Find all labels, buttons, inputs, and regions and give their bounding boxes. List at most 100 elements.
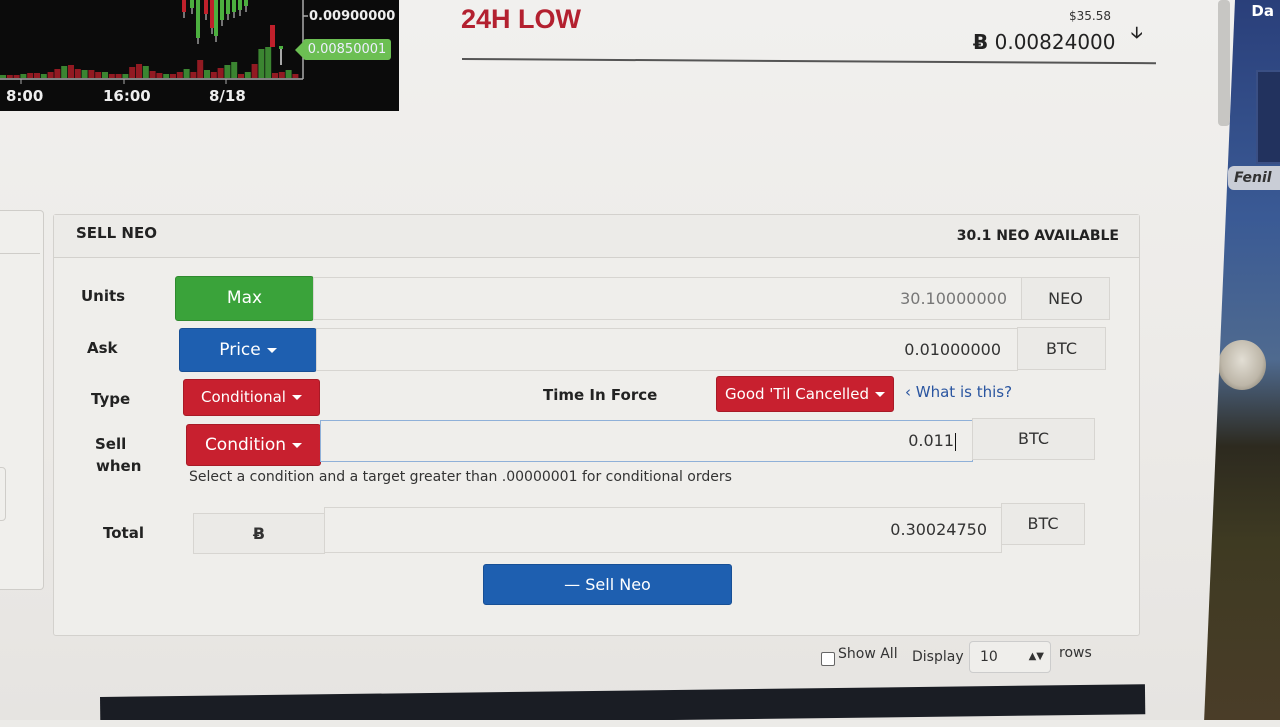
condition-target-input[interactable]: 0.011	[320, 420, 973, 462]
total-currency: BTC	[1001, 503, 1085, 545]
show-all-checkbox[interactable]	[821, 652, 835, 666]
volume-bar	[292, 74, 299, 78]
volume-bar	[61, 66, 68, 78]
select-arrows-icon: ▲▼	[1028, 651, 1044, 662]
order-type-dropdown[interactable]: Conditional	[183, 379, 320, 416]
volume-bar	[231, 62, 238, 78]
units-input[interactable]: 30.10000000	[313, 277, 1022, 320]
time-in-force-dropdown[interactable]: Good 'Til Cancelled	[716, 376, 894, 412]
divider	[0, 253, 40, 254]
volume-bar	[224, 65, 231, 78]
price-dropdown-label: Price	[219, 340, 261, 360]
volume-bar	[122, 74, 129, 78]
stat-usd-value: $35.58	[1069, 9, 1111, 23]
sell-when-label-2: when	[96, 457, 142, 475]
rows-per-page-select[interactable]: 10 ▲▼	[969, 641, 1051, 673]
candle-body	[204, 0, 208, 14]
condition-currency: BTC	[972, 418, 1095, 460]
what-is-this-link[interactable]: ‹ What is this?	[905, 383, 1012, 401]
volume-bar	[156, 73, 163, 78]
stat-btc-amount: 0.00824000	[994, 30, 1116, 54]
total-label: Total	[103, 524, 144, 542]
volume-bar	[81, 70, 88, 78]
volume-bar	[204, 70, 210, 78]
candle-body	[210, 0, 214, 28]
volume-bar	[197, 60, 204, 78]
ask-price-input[interactable]: 0.01000000	[316, 328, 1018, 371]
volume-bar	[115, 74, 122, 78]
volume-bar	[6, 75, 13, 78]
volume-bar	[40, 74, 47, 78]
scrollbar-thumb[interactable]	[1218, 0, 1230, 126]
available-balance: 30.1 NEO AVAILABLE	[956, 228, 1119, 244]
panel-title: SELL NEO	[76, 224, 157, 242]
y-tick-label: 0.00900000	[309, 9, 396, 24]
stat-title: 24H LOW	[461, 4, 582, 34]
caret-down-icon	[291, 395, 302, 400]
arrow-down-icon: 🡣	[1131, 23, 1143, 42]
ask-currency: BTC	[1017, 327, 1106, 370]
volume-bar	[102, 72, 108, 78]
volume-bar	[20, 74, 27, 78]
current-price-tag: 0.00850001	[295, 39, 391, 60]
rows-per-page-value: 10	[980, 649, 998, 665]
background-text: Da	[1251, 2, 1274, 20]
sell-neo-button[interactable]: — Sell Neo	[483, 564, 732, 605]
volume-bar	[258, 49, 265, 78]
condition-label: Condition	[204, 435, 287, 455]
volume-bar	[142, 66, 149, 78]
candle-body	[238, 0, 242, 10]
x-tick-label: 16:00	[103, 87, 151, 105]
x-tick-label: 8:00	[6, 87, 44, 105]
volume-bar	[129, 67, 136, 78]
side-panel	[0, 210, 44, 590]
max-button[interactable]: Max	[175, 276, 314, 321]
volume-bar	[13, 75, 20, 78]
volume-bar	[272, 73, 278, 78]
volume-bar	[27, 73, 34, 78]
display-label: Display	[912, 649, 964, 665]
volume-bar	[136, 64, 142, 78]
condition-dropdown[interactable]: Condition	[186, 424, 321, 466]
background-window	[1256, 70, 1280, 164]
volume-bar	[210, 72, 217, 78]
condition-help-text: Select a condition and a target greater …	[189, 469, 732, 485]
sell-neo-label: Sell Neo	[585, 575, 651, 594]
candle-body	[196, 0, 200, 38]
time-in-force-value: Good 'Til Cancelled	[725, 385, 869, 403]
stat-btc-value: Ƀ 0.00824000	[973, 30, 1116, 54]
candle-body	[182, 0, 186, 12]
volume-bar	[217, 68, 224, 78]
background-label: Fenil	[1228, 166, 1280, 190]
bitcoin-icon: Ƀ	[193, 513, 325, 554]
candle-body	[279, 46, 283, 49]
volume-bar	[95, 72, 102, 78]
units-label: Units	[81, 287, 126, 305]
price-dropdown[interactable]: Price	[179, 328, 317, 372]
caret-down-icon	[874, 392, 885, 397]
condition-target-value: 0.011	[908, 431, 954, 450]
candle-body	[214, 0, 218, 36]
ask-label: Ask	[87, 339, 118, 357]
volume-bar	[68, 65, 74, 78]
order-type-label: Conditional	[201, 388, 286, 406]
candle-body	[244, 0, 248, 6]
volume-bar	[47, 72, 54, 78]
caret-down-icon	[292, 442, 303, 448]
show-all-label: Show All	[838, 646, 898, 662]
background-object	[1218, 340, 1266, 390]
asks-table-header	[100, 684, 1146, 720]
volume-bar	[108, 74, 115, 78]
volume-bar	[88, 70, 95, 78]
volume-bar	[285, 70, 292, 78]
units-currency: NEO	[1021, 277, 1110, 320]
panel-header: SELL NEO 30.1 NEO AVAILABLE	[54, 215, 1139, 258]
price-chart: 8:00 16:00 8/18 0.00900000 0.00850001	[0, 0, 399, 111]
type-label: Type	[91, 390, 131, 408]
bitcoin-icon: Ƀ	[973, 30, 989, 54]
minus-icon: —	[564, 575, 586, 594]
volume-bar	[54, 69, 61, 78]
volume-bar	[183, 69, 190, 78]
volume-bar	[170, 74, 176, 78]
volume-bar	[238, 74, 244, 78]
